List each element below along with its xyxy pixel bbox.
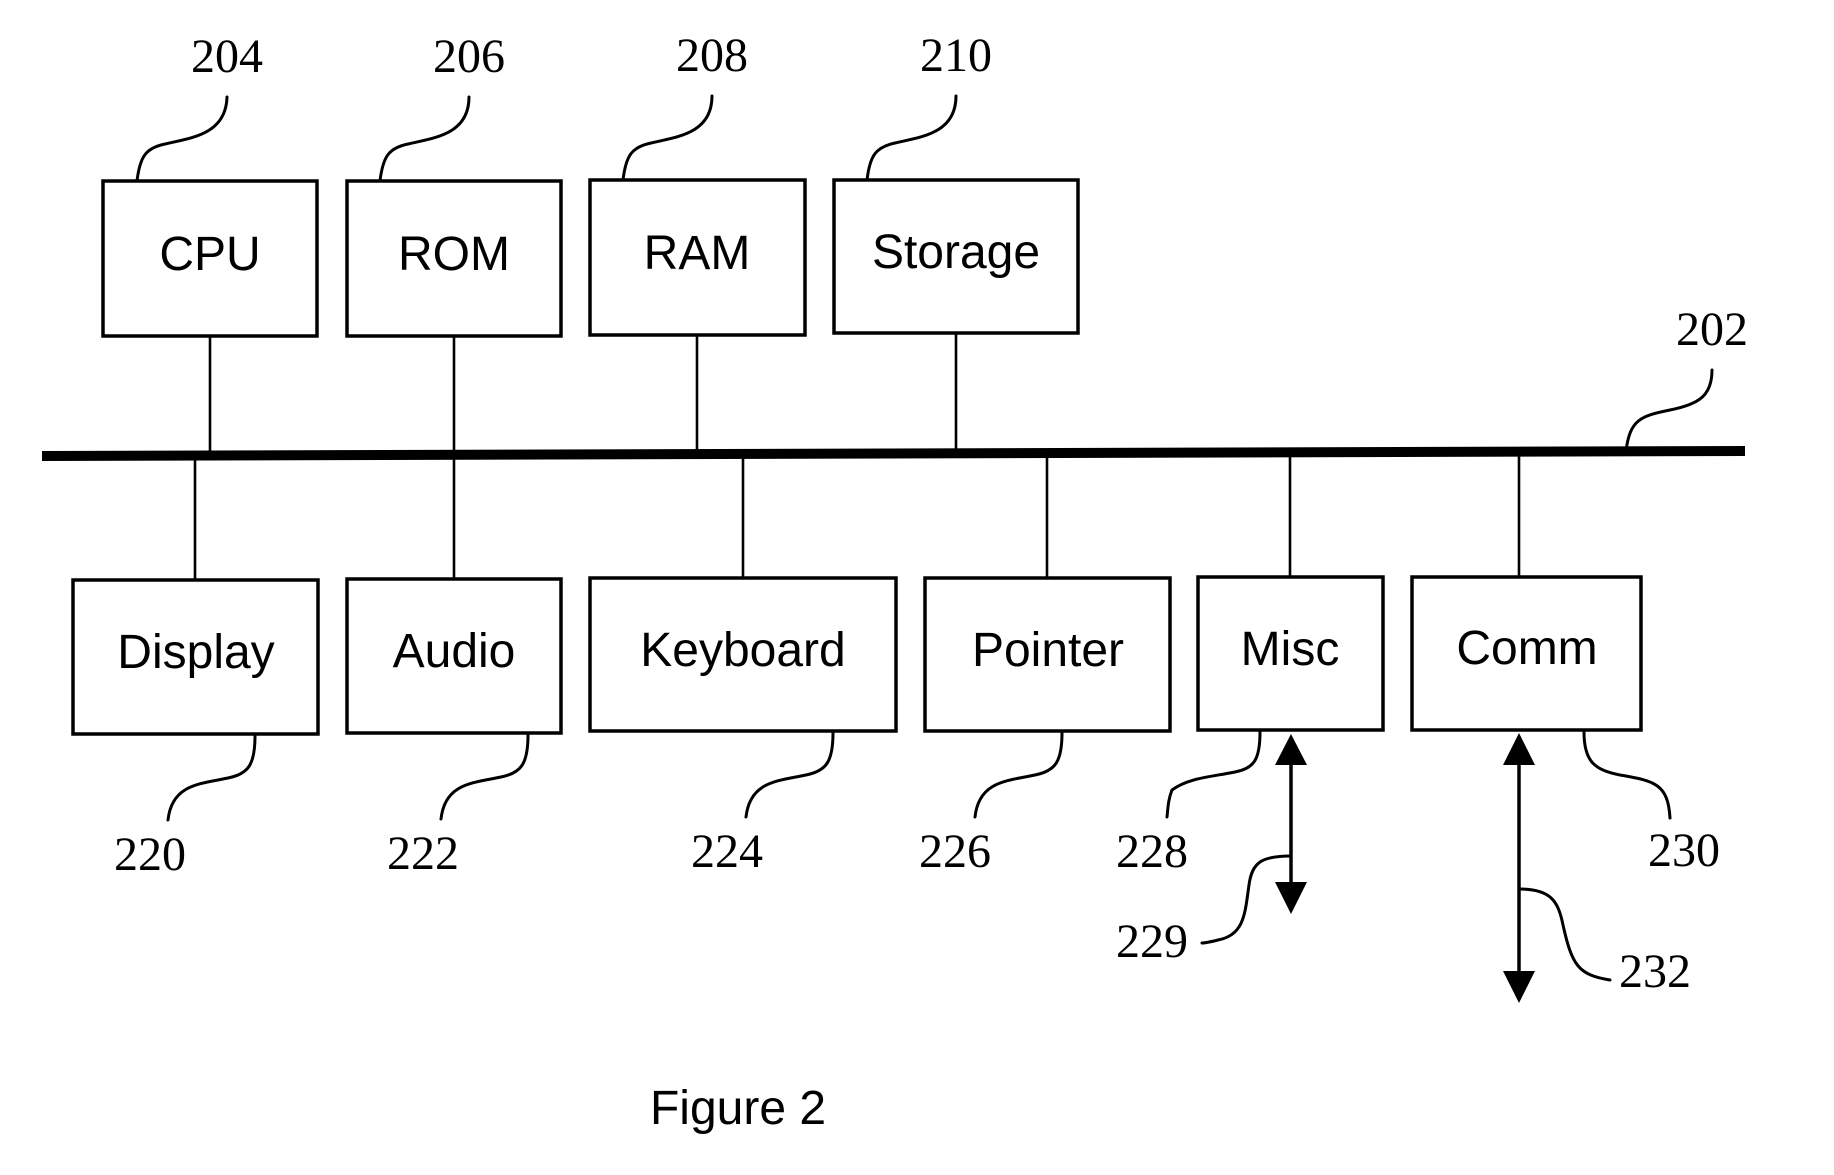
cpu-ref: 204 (191, 30, 263, 83)
misc-link-ref: 229 (1116, 915, 1188, 968)
rom-ref: 206 (433, 30, 505, 83)
system-bus (41, 446, 1746, 461)
comm-ref: 230 (1648, 824, 1720, 877)
audio-leader (439, 733, 530, 821)
misc-label: Misc (1241, 623, 1340, 676)
display-ref: 220 (114, 828, 186, 881)
keyboard-leader (744, 731, 835, 819)
comm-link-ref: 232 (1619, 945, 1691, 998)
misc-link-leader (1200, 854, 1293, 945)
figure-caption: Figure 2 (650, 1082, 826, 1135)
misc-link-down-arrowhead (1275, 882, 1307, 914)
comm-link-down-arrowhead (1503, 971, 1535, 1003)
misc-ref: 228 (1116, 825, 1188, 878)
comm-leader (1582, 730, 1672, 820)
storage-label: Storage (872, 226, 1040, 279)
storage-leader (865, 94, 958, 182)
bus-ref: 202 (1676, 303, 1748, 356)
rom-label: ROM (398, 228, 510, 281)
pointer-leader (973, 731, 1064, 819)
misc-link-up-arrowhead (1275, 734, 1307, 765)
keyboard-label: Keyboard (640, 624, 845, 677)
component-audio: Audio 222 (345, 456, 563, 880)
bus-leader (1624, 368, 1714, 453)
pointer-ref: 226 (919, 825, 991, 878)
display-label: Display (117, 626, 274, 679)
ram-label: RAM (644, 227, 751, 280)
component-pointer: Pointer 226 (919, 455, 1172, 878)
component-keyboard: Keyboard 224 (588, 455, 898, 878)
rom-leader (378, 95, 471, 183)
keyboard-ref: 224 (691, 825, 763, 878)
component-storage: Storage 210 (832, 29, 1080, 453)
display-leader (166, 734, 257, 822)
audio-label: Audio (393, 625, 516, 678)
comm-link-up-arrowhead (1503, 733, 1535, 765)
ram-ref: 208 (676, 29, 748, 82)
misc-leader (1165, 730, 1262, 819)
block-diagram: 202 CPU 204 ROM 206 RAM 208 Storage 210 … (41, 29, 1748, 1135)
audio-ref: 222 (387, 827, 459, 880)
component-rom: ROM 206 (345, 30, 563, 454)
storage-ref: 210 (920, 29, 992, 82)
comm-link-leader (1517, 887, 1612, 982)
cpu-label: CPU (159, 228, 260, 281)
component-ram: RAM 208 (588, 29, 807, 453)
ram-leader (621, 94, 714, 182)
component-comm: Comm 230 (1410, 453, 1720, 877)
cpu-leader (135, 95, 229, 183)
comm-label: Comm (1456, 622, 1597, 675)
pointer-label: Pointer (972, 624, 1124, 677)
component-display: Display 220 (71, 456, 320, 881)
component-cpu: CPU 204 (101, 30, 319, 454)
